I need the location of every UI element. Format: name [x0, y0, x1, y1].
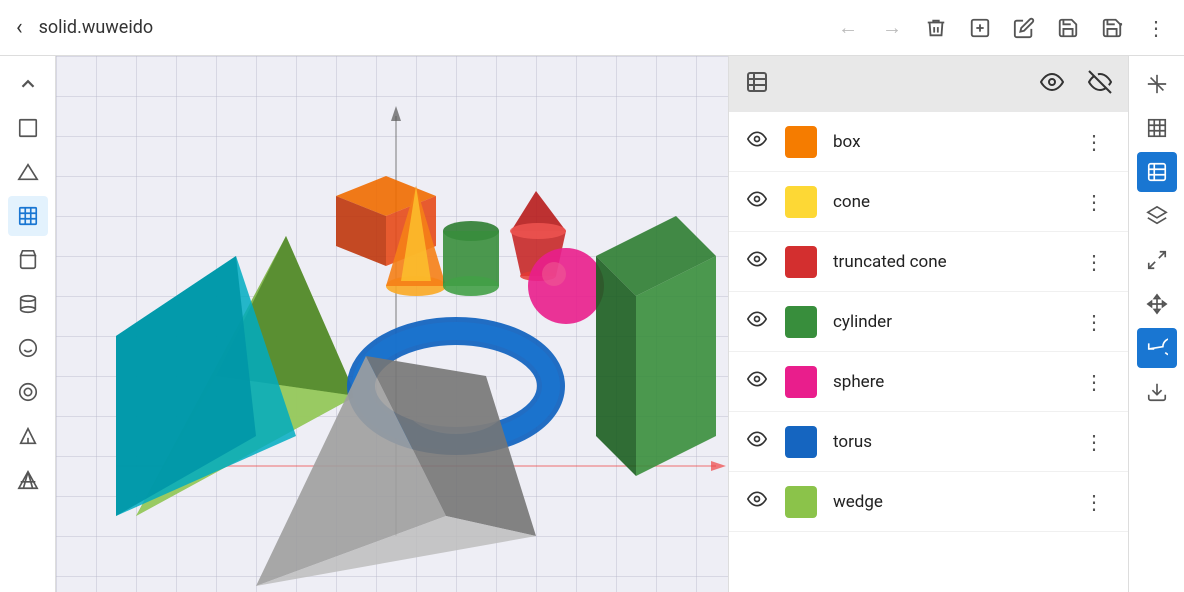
- more-menu-button[interactable]: ⋮: [1136, 8, 1176, 48]
- sidebar-cylinder-icon[interactable]: [8, 284, 48, 324]
- item-more-sphere[interactable]: ⋮: [1076, 366, 1112, 398]
- list-item-box: box ⋮: [729, 112, 1128, 172]
- color-swatch-cone: [785, 186, 817, 218]
- save-button[interactable]: [1048, 8, 1088, 48]
- rs-undo-icon[interactable]: [1137, 328, 1177, 368]
- item-label-sphere: sphere: [833, 372, 1060, 392]
- visibility-toggle-cylinder[interactable]: [745, 309, 769, 334]
- item-label-cylinder: cylinder: [833, 312, 1060, 332]
- color-swatch-truncated_cone: [785, 246, 817, 278]
- item-label-box: box: [833, 132, 1060, 152]
- rs-download-icon[interactable]: [1137, 372, 1177, 412]
- rs-move-icon[interactable]: [1137, 284, 1177, 324]
- list-item-truncated_cone: truncated cone ⋮: [729, 232, 1128, 292]
- forward-history-button[interactable]: →: [872, 8, 912, 48]
- visibility-toggle-truncated_cone[interactable]: [745, 249, 769, 274]
- visibility-toggle-torus[interactable]: [745, 429, 769, 454]
- item-more-torus[interactable]: ⋮: [1076, 426, 1112, 458]
- sidebar-face-icon[interactable]: [8, 328, 48, 368]
- color-swatch-sphere: [785, 366, 817, 398]
- item-more-truncated_cone[interactable]: ⋮: [1076, 246, 1112, 278]
- back-history-button[interactable]: ←: [828, 8, 868, 48]
- color-swatch-box: [785, 126, 817, 158]
- edit-button[interactable]: [1004, 8, 1044, 48]
- item-more-wedge[interactable]: ⋮: [1076, 486, 1112, 518]
- sidebar-collapse-button[interactable]: [8, 64, 48, 104]
- delete-button[interactable]: [916, 8, 956, 48]
- item-label-truncated_cone: truncated cone: [833, 252, 1060, 272]
- sidebar-triangle-icon[interactable]: [8, 152, 48, 192]
- viewport-svg: [56, 56, 728, 592]
- rs-wireframe-icon[interactable]: [1137, 108, 1177, 148]
- 3d-viewport[interactable]: [56, 56, 728, 592]
- rs-expand-icon[interactable]: [1137, 240, 1177, 280]
- sidebar-cube-icon[interactable]: [8, 108, 48, 148]
- color-swatch-wedge: [785, 486, 817, 518]
- save-as-button[interactable]: [1092, 8, 1132, 48]
- panel-list-icon: [745, 70, 769, 99]
- sidebar-solid-icon[interactable]: [8, 196, 48, 236]
- top-bar: ‹ solid.wuweido ← → ⋮: [0, 0, 1184, 56]
- visibility-toggle-cone[interactable]: [745, 189, 769, 214]
- right-sidebar: [1128, 56, 1184, 592]
- rs-axis-icon[interactable]: [1137, 64, 1177, 104]
- object-panel: box ⋮ cone ⋮ truncated cone ⋮: [728, 56, 1128, 592]
- hide-all-button[interactable]: [1088, 70, 1112, 99]
- back-button[interactable]: ‹: [8, 7, 31, 48]
- panel-header: [729, 56, 1128, 112]
- sidebar-prism-icon[interactable]: [8, 460, 48, 500]
- color-swatch-cylinder: [785, 306, 817, 338]
- color-swatch-torus: [785, 426, 817, 458]
- list-item-cylinder: cylinder ⋮: [729, 292, 1128, 352]
- show-all-button[interactable]: [1040, 70, 1064, 99]
- item-label-wedge: wedge: [833, 492, 1060, 512]
- sidebar-bucket-icon[interactable]: [8, 240, 48, 280]
- item-label-cone: cone: [833, 192, 1060, 212]
- panel-object-list: box ⋮ cone ⋮ truncated cone ⋮: [729, 112, 1128, 592]
- rs-layers2-icon[interactable]: [1137, 196, 1177, 236]
- list-item-cone: cone ⋮: [729, 172, 1128, 232]
- main-content: box ⋮ cone ⋮ truncated cone ⋮: [0, 56, 1184, 592]
- item-more-cylinder[interactable]: ⋮: [1076, 306, 1112, 338]
- item-label-torus: torus: [833, 432, 1060, 452]
- rs-layers-icon[interactable]: [1137, 152, 1177, 192]
- list-item-torus: torus ⋮: [729, 412, 1128, 472]
- add-button[interactable]: [960, 8, 1000, 48]
- toolbar: ← → ⋮: [828, 8, 1176, 48]
- item-more-box[interactable]: ⋮: [1076, 126, 1112, 158]
- visibility-toggle-wedge[interactable]: [745, 489, 769, 514]
- visibility-toggle-box[interactable]: [745, 129, 769, 154]
- item-more-cone[interactable]: ⋮: [1076, 186, 1112, 218]
- list-item-sphere: sphere ⋮: [729, 352, 1128, 412]
- sidebar-arrow-icon[interactable]: [8, 416, 48, 456]
- sidebar-ring-icon[interactable]: [8, 372, 48, 412]
- visibility-toggle-sphere[interactable]: [745, 369, 769, 394]
- left-sidebar: [0, 56, 56, 592]
- file-title: solid.wuweido: [39, 17, 820, 38]
- list-item-wedge: wedge ⋮: [729, 472, 1128, 532]
